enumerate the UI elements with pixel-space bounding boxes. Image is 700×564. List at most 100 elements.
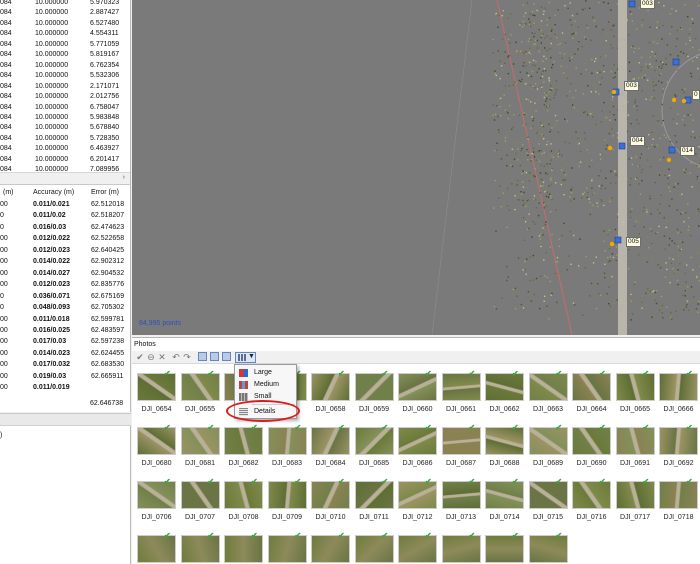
table-row[interactable]: 0 0.011/0.02 62.518207 [0,210,130,221]
photo-thumbnail[interactable]: ✔ [615,478,655,509]
photo-thumbnail[interactable]: ✔ [354,478,394,509]
photo-thumbnail[interactable]: ✔ [354,370,394,401]
horizontal-scrollbar[interactable] [0,414,131,426]
photo-thumbnail[interactable]: ✔ [267,424,307,455]
table-row[interactable]: 084 10.000000 4.554311 [0,29,130,39]
photo-thumbnail[interactable]: ✔ [137,478,176,509]
photo-thumbnail[interactable]: ✔ [137,532,176,563]
photo-thumbnail[interactable]: ✔ [615,424,655,455]
table-row[interactable]: 084 10.000000 5.983848 [0,113,130,123]
photo-thumbnail[interactable]: ✔ [398,370,437,401]
table-row[interactable]: 084 10.000000 2.012756 [0,92,130,102]
table-row[interactable]: 00 0.012/0.022 62.522658 [0,233,130,244]
photo-thumbnail[interactable]: ✔ [354,532,394,563]
reset-filter-button[interactable] [198,352,207,361]
table-row[interactable]: 00 0.012/0.023 62.640425 [0,245,130,256]
photo-thumbnail[interactable]: ✔ [311,478,350,509]
table-row[interactable]: 084 10.000000 5.970323 [0,0,130,8]
column-header-accuracy[interactable]: Accuracy (m) [33,189,74,199]
photo-thumbnail[interactable]: ✔ [398,532,437,563]
photo-thumbnail[interactable]: ✔ [180,478,220,509]
table-cell: 0.014/0.027 [33,269,70,277]
table-row[interactable]: 0 0.016/0.03 62.474623 [0,222,130,233]
photo-thumbnail[interactable]: ✔ [572,478,611,509]
table-row[interactable]: 0 0.048/0.093 62.705302 [0,302,130,313]
rotate-left-icon[interactable]: ↶ [171,352,181,362]
photo-thumbnail[interactable]: ✔ [659,370,698,401]
photo-thumbnail[interactable]: ✔ [224,532,263,563]
table-row[interactable]: 084 10.000000 5.728350 [0,134,130,144]
photo-thumbnail[interactable]: ✔ [441,370,481,401]
photo-thumbnail[interactable]: ✔ [137,424,176,455]
table-row[interactable]: 00 0.011/0.019 [0,382,130,393]
table-row[interactable]: 084 10.000000 5.532306 [0,71,130,81]
table-row[interactable]: 084 10.000000 5.771059 [0,40,130,50]
table-row[interactable]: 00 0.017/0.03 62.597238 [0,336,130,347]
photo-thumbnail[interactable]: ✔ [485,478,524,509]
menu-item-medium[interactable]: Medium [235,379,296,391]
scroll-right-icon[interactable]: › [123,174,125,181]
table-row[interactable]: 00 0.017/0.032 62.683530 [0,359,130,370]
rotate-right-icon[interactable]: ↷ [182,352,192,362]
change-view-dropdown[interactable]: ▼ [235,352,256,363]
table-row[interactable]: 084 10.000000 6.762354 [0,61,130,71]
photo-thumbnail[interactable]: ✔ [485,424,524,455]
photo-thumbnail[interactable]: ✔ [659,424,698,455]
photo-thumbnail[interactable]: ✔ [354,424,394,455]
table-row[interactable]: 084 10.000000 6.201417 [0,155,130,165]
column-header-m[interactable]: (m) [3,189,14,199]
table-row[interactable]: 084 10.000000 2.887427 [0,8,130,18]
photo-thumbnail[interactable]: ✔ [398,478,437,509]
photo-thumbnail[interactable]: ✔ [528,424,568,455]
photo-thumbnail[interactable]: ✔ [615,370,655,401]
photo-thumbnail[interactable]: ✔ [485,532,524,563]
photo-thumbnail[interactable]: ✔ [137,370,176,401]
photo-thumbnail[interactable]: ✔ [572,424,611,455]
table-row[interactable]: 00 0.014/0.027 62.904532 [0,268,130,279]
photo-thumbnail[interactable]: ✔ [441,532,481,563]
table-row[interactable]: 084 10.000000 5.678840 [0,123,130,133]
table-row[interactable]: 0 0.036/0.071 62.675169 [0,291,130,302]
photo-thumbnail[interactable]: ✔ [180,424,220,455]
remove-camera-icon[interactable]: ✕ [157,352,167,362]
photo-thumbnail[interactable]: ✔ [528,532,568,563]
photo-thumbnail[interactable]: ✔ [311,424,350,455]
photo-thumbnail[interactable]: ✔ [528,478,568,509]
cloud-point [558,245,560,248]
photo-thumbnail[interactable]: ✔ [224,424,263,455]
table-row[interactable]: 084 10.000000 5.819167 [0,50,130,60]
disable-camera-icon[interactable]: ⊖ [146,352,156,362]
table-row[interactable]: 00 0.012/0.023 62.835776 [0,279,130,290]
photo-thumbnail[interactable]: ✔ [224,478,263,509]
photo-thumbnail[interactable]: ✔ [441,424,481,455]
table-row[interactable]: 00 0.019/0.03 62.665911 [0,371,130,382]
photo-thumbnail[interactable]: ✔ [267,478,307,509]
photo-thumbnail[interactable]: ✔ [572,370,611,401]
table-row[interactable]: 084 10.000000 2.171071 [0,82,130,92]
photo-thumbnail[interactable]: ✔ [441,478,481,509]
table-row[interactable]: 00 0.014/0.022 62.902312 [0,256,130,267]
photo-thumbnail[interactable]: ✔ [528,370,568,401]
photo-thumbnail[interactable]: ✔ [180,532,220,563]
photo-thumbnail[interactable]: ✔ [485,370,524,401]
photo-thumbnail[interactable]: ✔ [659,478,698,509]
table-row[interactable]: 00 0.011/0.021 62.512018 [0,199,130,210]
horizontal-scrollbar[interactable]: › [0,172,130,184]
photo-thumbnail[interactable]: ✔ [311,370,350,401]
photo-thumbnail[interactable]: ✔ [180,370,220,401]
photo-thumbnail[interactable]: ✔ [311,532,350,563]
table-row[interactable]: 084 10.000000 6.758047 [0,103,130,113]
photo-thumbnail[interactable]: ✔ [267,532,307,563]
table-row[interactable]: 00 0.016/0.025 62.483597 [0,325,130,336]
column-header-error[interactable]: Error (m) [91,189,119,199]
show-cameras-button[interactable] [222,352,231,361]
table-row[interactable]: 00 0.011/0.018 62.599781 [0,314,130,325]
table-row[interactable]: 084 10.000000 6.463927 [0,144,130,154]
enable-camera-icon[interactable]: ✔ [135,352,145,362]
menu-item-large[interactable]: Large [235,367,296,379]
model-viewport[interactable]: 84,995 points 003 003 004 005 014 0 [132,0,700,335]
filter-by-marker-button[interactable] [210,352,219,361]
photo-thumbnail[interactable]: ✔ [398,424,437,455]
table-row[interactable]: 084 10.000000 6.527480 [0,19,130,29]
table-row[interactable]: 00 0.014/0.023 62.624455 [0,348,130,359]
